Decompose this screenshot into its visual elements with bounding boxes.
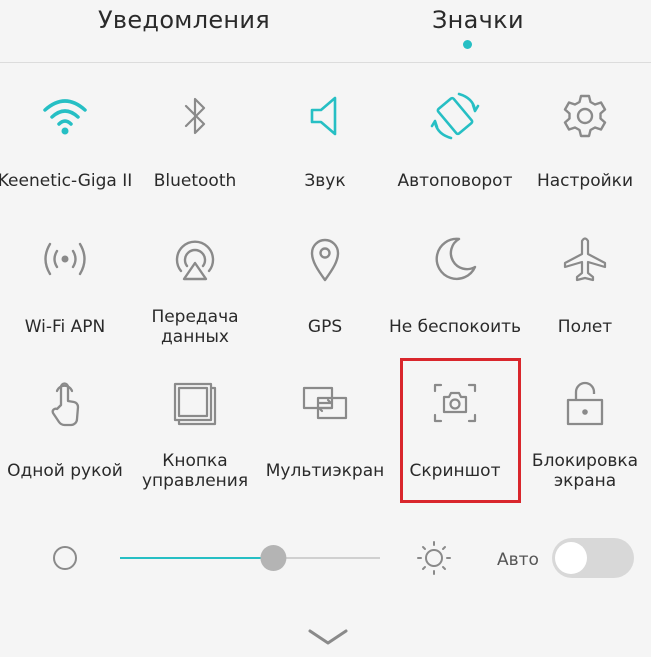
tab-icons[interactable]: Значки [432, 6, 524, 34]
brightness-slider-thumb[interactable] [260, 545, 287, 571]
auto-brightness-toggle-knob [555, 542, 587, 574]
tile-label: Автоповорот [397, 171, 513, 191]
data-transfer-icon [169, 233, 221, 285]
tile-label-line1: Кнопка [162, 451, 228, 471]
tile-label: Настройки [536, 171, 633, 191]
tile-label: Кнопка управления [122, 451, 268, 491]
tile-label: Мультиэкран [265, 461, 385, 481]
one-hand-icon [39, 377, 91, 429]
bluetooth-icon [169, 90, 221, 142]
autorotate-icon [429, 90, 481, 142]
tile-label: Блокировка экрана [512, 451, 651, 491]
moon-icon [429, 233, 481, 285]
airplane-icon [559, 233, 611, 285]
tile-label: Wi-Fi APN [24, 317, 106, 337]
brightness-row [53, 538, 634, 578]
tile-label: Не беспокоить [388, 317, 522, 337]
location-pin-icon [299, 233, 351, 285]
tile-label: Одной рукой [7, 461, 123, 481]
tile-label-line2: управления [141, 471, 249, 491]
wifi-icon [39, 90, 91, 142]
brightness-low-icon [53, 546, 77, 570]
active-tab-indicator [463, 40, 472, 49]
tile-label: Полет [557, 317, 613, 337]
multiscreen-icon [299, 377, 351, 429]
tile-label: Keenetic-Giga II [0, 171, 133, 191]
tab-notifications[interactable]: Уведомления [98, 6, 270, 34]
settings-gear-icon [559, 90, 611, 142]
tile-label-line2: экрана [553, 471, 617, 491]
chevron-down-icon[interactable] [306, 626, 350, 648]
tile-label: Bluetooth [153, 171, 237, 191]
tile-label-line2: данных [161, 327, 229, 347]
unlock-icon [559, 377, 611, 429]
tile-label: Звук [304, 171, 346, 191]
tab-bar: Уведомления Значки [0, 0, 651, 62]
tile-label: GPS [307, 317, 343, 337]
sound-icon [299, 90, 351, 142]
wifi-hotspot-icon [39, 233, 91, 285]
navigation-button-icon [169, 377, 221, 429]
brightness-high-icon [417, 541, 451, 575]
tab-divider [0, 62, 651, 63]
screenshot-highlight-frame [400, 358, 521, 503]
tile-label-line1: Передача [151, 307, 239, 327]
auto-brightness-label: Авто [497, 550, 539, 570]
tile-label-line1: Блокировка [531, 451, 639, 471]
tile-label: Передача данных [122, 307, 268, 347]
